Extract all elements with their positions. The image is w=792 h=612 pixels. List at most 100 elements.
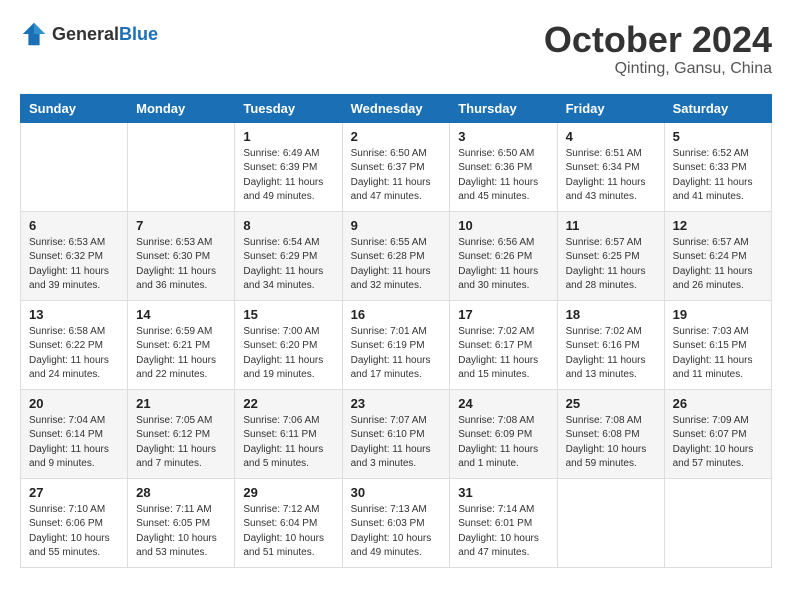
day-info: Sunrise: 7:10 AMSunset: 6:06 PMDaylight:… [29, 503, 119, 561]
day-info: Sunrise: 6:50 AMSunset: 6:37 PMDaylight:… [351, 147, 442, 205]
day-info: Sunrise: 6:58 AMSunset: 6:22 PMDaylight:… [29, 325, 119, 383]
day-number: 23 [351, 396, 442, 411]
calendar-cell: 17Sunrise: 7:02 AMSunset: 6:17 PMDayligh… [450, 300, 557, 389]
day-info: Sunrise: 7:07 AMSunset: 6:10 PMDaylight:… [351, 414, 442, 472]
day-number: 25 [566, 396, 656, 411]
day-number: 31 [458, 485, 548, 500]
day-number: 28 [136, 485, 226, 500]
location-title: Qinting, Gansu, China [544, 60, 772, 78]
calendar-cell: 9 Sunrise: 6:55 AMSunset: 6:28 PMDaylight… [342, 211, 450, 300]
day-number: 18 [566, 307, 656, 322]
day-number: 19 [673, 307, 763, 322]
calendar-week-row: 13 Sunrise: 6:58 AMSunset: 6:22 PMDayligh… [21, 300, 772, 389]
weekday-header: Saturday [664, 94, 771, 122]
logo-blue: Blue [119, 24, 158, 44]
day-number: 12 [673, 218, 763, 233]
day-info: Sunrise: 7:08 AMSunset: 6:08 PMDaylight:… [566, 414, 656, 472]
calendar-week-row: 1Sunrise: 6:49 AMSunset: 6:39 PMDaylight… [21, 122, 772, 211]
day-info: Sunrise: 7:06 AMSunset: 6:11 PMDaylight:… [243, 414, 333, 472]
calendar-cell [557, 478, 664, 567]
day-number: 4 [566, 129, 656, 144]
calendar-cell: 2 Sunrise: 6:50 AMSunset: 6:37 PMDaylight… [342, 122, 450, 211]
calendar-cell: 20Sunrise: 7:04 AMSunset: 6:14 PMDayligh… [21, 389, 128, 478]
calendar-cell [128, 122, 235, 211]
day-info: Sunrise: 7:11 AMSunset: 6:05 PMDaylight:… [136, 503, 226, 561]
weekday-header: Thursday [450, 94, 557, 122]
calendar-week-row: 27 Sunrise: 7:10 AMSunset: 6:06 PMDayligh… [21, 478, 772, 567]
day-number: 11 [566, 218, 656, 233]
weekday-header: Friday [557, 94, 664, 122]
day-info: Sunrise: 7:03 AMSunset: 6:15 PMDaylight:… [673, 325, 763, 383]
day-number: 6 [29, 218, 119, 233]
calendar-cell: 8Sunrise: 6:54 AMSunset: 6:29 PMDaylight… [235, 211, 342, 300]
day-number: 8 [243, 218, 333, 233]
day-info: Sunrise: 6:53 AMSunset: 6:32 PMDaylight:… [29, 236, 119, 294]
day-number: 1 [243, 129, 333, 144]
day-number: 27 [29, 485, 119, 500]
calendar-cell [664, 478, 771, 567]
calendar-cell: 25 Sunrise: 7:08 AMSunset: 6:08 PMDayligh… [557, 389, 664, 478]
calendar-cell: 21Sunrise: 7:05 AMSunset: 6:12 PMDayligh… [128, 389, 235, 478]
day-info: Sunrise: 6:50 AMSunset: 6:36 PMDaylight:… [458, 147, 548, 205]
day-number: 26 [673, 396, 763, 411]
day-number: 15 [243, 307, 333, 322]
day-number: 14 [136, 307, 226, 322]
day-number: 10 [458, 218, 548, 233]
weekday-header: Tuesday [235, 94, 342, 122]
day-info: Sunrise: 6:51 AMSunset: 6:34 PMDaylight:… [566, 147, 656, 205]
calendar-cell: 28 Sunrise: 7:11 AMSunset: 6:05 PMDayligh… [128, 478, 235, 567]
calendar-cell: 3 Sunrise: 6:50 AMSunset: 6:36 PMDaylight… [450, 122, 557, 211]
calendar-cell: 4 Sunrise: 6:51 AMSunset: 6:34 PMDaylight… [557, 122, 664, 211]
calendar-cell: 23 Sunrise: 7:07 AMSunset: 6:10 PMDayligh… [342, 389, 450, 478]
day-info: Sunrise: 7:09 AMSunset: 6:07 PMDaylight:… [673, 414, 763, 472]
weekday-header-row: SundayMondayTuesdayWednesdayThursdayFrid… [21, 94, 772, 122]
day-number: 24 [458, 396, 548, 411]
calendar-week-row: 6 Sunrise: 6:53 AMSunset: 6:32 PMDaylight… [21, 211, 772, 300]
calendar-cell: 15 Sunrise: 7:00 AMSunset: 6:20 PMDayligh… [235, 300, 342, 389]
day-number: 3 [458, 129, 548, 144]
day-number: 9 [351, 218, 442, 233]
day-info: Sunrise: 6:53 AMSunset: 6:30 PMDaylight:… [136, 236, 226, 294]
calendar-cell: 30 Sunrise: 7:13 AMSunset: 6:03 PMDayligh… [342, 478, 450, 567]
day-number: 29 [243, 485, 333, 500]
page-header: GeneralBlue October 2024 Qinting, Gansu,… [20, 20, 772, 78]
calendar-cell: 31 Sunrise: 7:14 AMSunset: 6:01 PMDayligh… [450, 478, 557, 567]
day-info: Sunrise: 6:57 AMSunset: 6:24 PMDaylight:… [673, 236, 763, 294]
calendar-cell: 7 Sunrise: 6:53 AMSunset: 6:30 PMDaylight… [128, 211, 235, 300]
day-info: Sunrise: 7:05 AMSunset: 6:12 PMDaylight:… [136, 414, 226, 472]
calendar-cell: 19 Sunrise: 7:03 AMSunset: 6:15 PMDayligh… [664, 300, 771, 389]
calendar-cell: 27 Sunrise: 7:10 AMSunset: 6:06 PMDayligh… [21, 478, 128, 567]
weekday-header: Wednesday [342, 94, 450, 122]
day-number: 16 [351, 307, 442, 322]
weekday-header: Sunday [21, 94, 128, 122]
day-info: Sunrise: 7:14 AMSunset: 6:01 PMDaylight:… [458, 503, 548, 561]
logo-general: General [52, 24, 119, 44]
day-number: 2 [351, 129, 442, 144]
day-number: 7 [136, 218, 226, 233]
day-number: 13 [29, 307, 119, 322]
day-number: 5 [673, 129, 763, 144]
day-info: Sunrise: 7:12 AMSunset: 6:04 PMDaylight:… [243, 503, 333, 561]
day-info: Sunrise: 6:52 AMSunset: 6:33 PMDaylight:… [673, 147, 763, 205]
calendar-cell: 10 Sunrise: 6:56 AMSunset: 6:26 PMDayligh… [450, 211, 557, 300]
calendar-table: SundayMondayTuesdayWednesdayThursdayFrid… [20, 94, 772, 568]
calendar-cell: 22 Sunrise: 7:06 AMSunset: 6:11 PMDayligh… [235, 389, 342, 478]
day-number: 22 [243, 396, 333, 411]
calendar-cell: 12 Sunrise: 6:57 AMSunset: 6:24 PMDayligh… [664, 211, 771, 300]
day-number: 17 [458, 307, 548, 322]
calendar-cell: 26 Sunrise: 7:09 AMSunset: 6:07 PMDayligh… [664, 389, 771, 478]
day-info: Sunrise: 7:13 AMSunset: 6:03 PMDaylight:… [351, 503, 442, 561]
day-info: Sunrise: 7:00 AMSunset: 6:20 PMDaylight:… [243, 325, 333, 383]
day-info: Sunrise: 7:08 AMSunset: 6:09 PMDaylight:… [458, 414, 548, 472]
day-info: Sunrise: 6:55 AMSunset: 6:28 PMDaylight:… [351, 236, 442, 294]
calendar-cell: 24 Sunrise: 7:08 AMSunset: 6:09 PMDayligh… [450, 389, 557, 478]
calendar-cell: 6 Sunrise: 6:53 AMSunset: 6:32 PMDaylight… [21, 211, 128, 300]
day-info: Sunrise: 7:04 AMSunset: 6:14 PMDaylight:… [29, 414, 119, 472]
weekday-header: Monday [128, 94, 235, 122]
day-info: Sunrise: 6:56 AMSunset: 6:26 PMDaylight:… [458, 236, 548, 294]
calendar-week-row: 20Sunrise: 7:04 AMSunset: 6:14 PMDayligh… [21, 389, 772, 478]
logo-icon [20, 20, 48, 48]
day-info: Sunrise: 6:59 AMSunset: 6:21 PMDaylight:… [136, 325, 226, 383]
day-number: 30 [351, 485, 442, 500]
day-info: Sunrise: 6:57 AMSunset: 6:25 PMDaylight:… [566, 236, 656, 294]
